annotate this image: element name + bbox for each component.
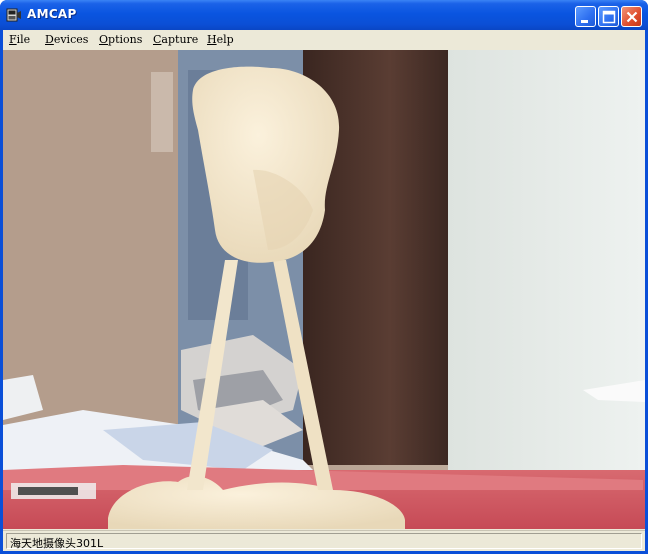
status-panel: 海天地摄像头301L [6, 533, 642, 550]
window-title: AMCAP [27, 7, 77, 21]
minimize-button[interactable] [575, 6, 596, 27]
title-bar[interactable]: AMCAP [0, 0, 648, 30]
status-bar: 海天地摄像头301L [3, 530, 645, 550]
menu-options[interactable]: Options [99, 33, 142, 46]
menu-bar: File Devices Options Capture Help [3, 30, 645, 50]
video-preview [3, 50, 645, 529]
menu-file[interactable]: File [9, 33, 30, 46]
maximize-icon [602, 10, 616, 24]
client-area: File Devices Options Capture Help 海天地摄像头… [3, 30, 645, 551]
close-icon [626, 11, 638, 23]
maximize-button[interactable] [598, 6, 619, 27]
amcap-window: AMCAP File Devices Options Capture Help [0, 0, 648, 554]
close-button[interactable] [621, 6, 642, 27]
menu-help[interactable]: Help [207, 33, 234, 46]
menu-capture[interactable]: Capture [153, 33, 198, 46]
menu-devices[interactable]: Devices [45, 33, 88, 46]
minimize-icon [581, 20, 588, 23]
camera-frame-image [3, 50, 645, 529]
device-name-label: 海天地摄像头301L [10, 537, 104, 550]
camera-app-icon[interactable] [6, 7, 22, 23]
